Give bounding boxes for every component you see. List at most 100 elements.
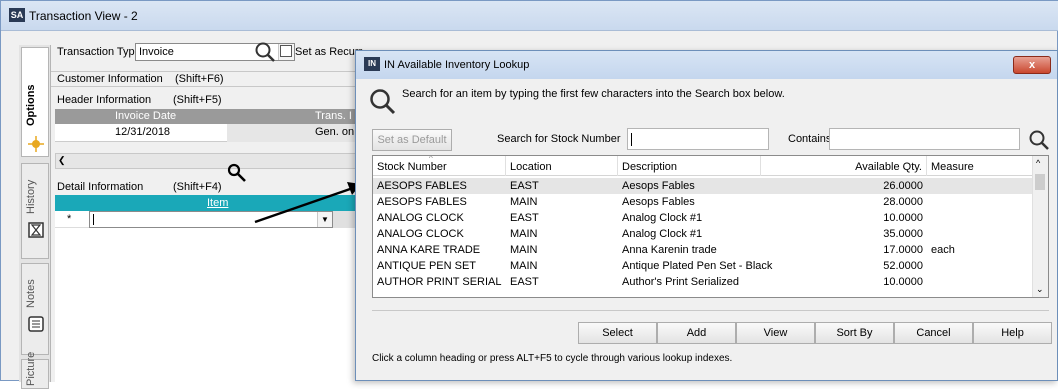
trans-column: Trans. I	[315, 110, 352, 122]
stock-number: AESOPS FABLES	[377, 180, 467, 192]
divider	[372, 310, 1049, 311]
invoice-date-value[interactable]: 12/31/2018	[115, 126, 170, 138]
search-input[interactable]	[627, 128, 769, 150]
pointer-arrow-overlay	[227, 163, 361, 224]
add-button[interactable]: Add	[657, 322, 736, 344]
header-info-section[interactable]: Header Information (Shift+F5)	[51, 91, 357, 107]
tab-history-label: History	[25, 179, 37, 214]
stock-number: ANNA KARE TRADE	[377, 244, 481, 256]
customer-info-section[interactable]: Customer Information (Shift+F6)	[51, 71, 357, 87]
list-item[interactable]: AUTHOR PRINT SERIAL EAST Author's Print …	[373, 274, 1033, 290]
column-measure[interactable]: Measure	[927, 156, 1033, 176]
stock-number: AUTHOR PRINT SERIAL	[377, 276, 502, 288]
detail-info-shortcut: (Shift+F4)	[173, 181, 222, 193]
description: Analog Clock #1	[622, 212, 703, 224]
list-item[interactable]: ANTIQUE PEN SET MAIN Antique Plated Pen …	[373, 258, 1033, 274]
header-grid-row: 12/31/2018 Gen. on S	[55, 124, 365, 142]
module-badge-icon: IN	[364, 57, 380, 71]
recurring-checkbox[interactable]	[280, 45, 292, 57]
inventory-lookup-dialog: IN IN Available Inventory Lookup x Searc…	[355, 50, 1058, 381]
cancel-button[interactable]: Cancel	[894, 322, 973, 344]
footer-hint: Click a column heading or press ALT+F5 t…	[372, 353, 733, 364]
header-info-shortcut: (Shift+F5)	[173, 94, 222, 106]
tab-options[interactable]: Options	[21, 47, 49, 157]
list-item[interactable]: ANALOG CLOCK MAIN Analog Clock #1 35.000…	[373, 226, 1033, 242]
list-item[interactable]: ANNA KARE TRADE MAIN Anna Karenin trade …	[373, 242, 1033, 258]
search-label: Search for Stock Number	[497, 133, 621, 145]
dialog-title: IN Available Inventory Lookup	[384, 59, 530, 71]
magnifier-icon[interactable]	[254, 41, 276, 63]
text-cursor	[93, 214, 94, 225]
customer-info-shortcut: (Shift+F6)	[175, 73, 224, 85]
set-as-default-button[interactable]: Set as Default	[372, 129, 452, 151]
text-cursor	[631, 133, 632, 146]
transaction-type-label: Transaction Type	[57, 46, 141, 58]
side-tab-strip: Options History Notes Picture	[19, 45, 51, 389]
description: Aesops Fables	[622, 196, 695, 208]
hourglass-icon	[28, 222, 44, 238]
dialog-title-bar: IN IN Available Inventory Lookup x	[356, 51, 1057, 79]
magnifier-icon[interactable]	[1028, 129, 1050, 151]
sort-caret-icon: ^	[429, 155, 433, 163]
help-button[interactable]: Help	[973, 322, 1052, 344]
list-item[interactable]: AESOPS FABLES EAST Aesops Fables 26.0000	[373, 178, 1033, 194]
stock-number: ANALOG CLOCK	[377, 228, 464, 240]
scroll-left-icon[interactable]: ❮	[58, 155, 66, 166]
magnifier-icon	[370, 89, 396, 115]
available-qty: 26.0000	[883, 180, 923, 192]
list-item[interactable]: ANALOG CLOCK EAST Analog Clock #1 10.000…	[373, 210, 1033, 226]
description: Anna Karenin trade	[622, 244, 717, 256]
sort-by-button[interactable]: Sort By	[815, 322, 894, 344]
available-qty: 10.0000	[883, 212, 923, 224]
description: Analog Clock #1	[622, 228, 703, 240]
row-marker: *	[67, 213, 72, 225]
location: MAIN	[510, 244, 538, 256]
contains-label: Contains	[788, 133, 832, 145]
view-button[interactable]: View	[736, 322, 815, 344]
transaction-type-value: Invoice	[139, 46, 174, 58]
notes-icon	[28, 316, 44, 332]
detail-info-label: Detail Information	[57, 181, 144, 193]
available-qty: 17.0000	[883, 244, 923, 256]
location: MAIN	[510, 260, 538, 272]
options-icon	[28, 136, 44, 152]
list-header: Stock Number ^ Location Description Avai…	[373, 156, 1033, 176]
close-icon[interactable]: x	[1013, 56, 1051, 74]
available-qty: 52.0000	[883, 260, 923, 272]
location: MAIN	[510, 228, 538, 240]
tab-picture[interactable]: Picture	[21, 352, 49, 389]
scroll-up-icon[interactable]: ^	[1036, 158, 1040, 168]
column-description[interactable]: Description	[618, 156, 761, 176]
recurring-label: Set as Recurr	[295, 46, 363, 58]
stock-number: AESOPS FABLES	[377, 196, 467, 208]
description: Aesops Fables	[622, 180, 695, 192]
header-info-label: Header Information	[57, 94, 152, 106]
tab-history[interactable]: History	[21, 163, 49, 259]
instruction-text: Search for an item by typing the first f…	[402, 88, 785, 100]
list-item[interactable]: AESOPS FABLES MAIN Aesops Fables 28.0000	[373, 194, 1033, 210]
location: EAST	[510, 180, 539, 192]
inventory-list[interactable]: Stock Number ^ Location Description Avai…	[372, 155, 1049, 298]
stock-number: ANTIQUE PEN SET	[377, 260, 477, 272]
tab-notes-label: Notes	[25, 279, 37, 308]
tab-options-label: Options	[25, 84, 37, 126]
trans-value-cell: Gen. on S	[227, 124, 365, 142]
scroll-down-icon[interactable]: ⌄	[1036, 284, 1044, 295]
column-available-qty[interactable]: Available Qty.	[761, 156, 927, 176]
column-stock-number[interactable]: Stock Number ^	[373, 156, 506, 176]
available-qty: 35.0000	[883, 228, 923, 240]
title-bar: SA Transaction View - 2	[1, 1, 1058, 31]
scrollbar-thumb[interactable]	[1035, 174, 1045, 190]
location: MAIN	[510, 196, 538, 208]
header-grid-header: Invoice Date Trans. I	[55, 109, 357, 124]
tab-notes[interactable]: Notes	[21, 263, 49, 355]
select-button[interactable]: Select	[578, 322, 657, 344]
customer-info-label: Customer Information	[57, 73, 163, 85]
column-location[interactable]: Location	[506, 156, 618, 176]
contains-input[interactable]	[829, 128, 1020, 150]
list-vertical-scrollbar[interactable]: ^ ⌄	[1032, 156, 1048, 297]
app-badge-icon: SA	[9, 8, 25, 22]
invoice-date-column: Invoice Date	[115, 110, 177, 122]
available-qty: 10.0000	[883, 276, 923, 288]
location: EAST	[510, 276, 539, 288]
